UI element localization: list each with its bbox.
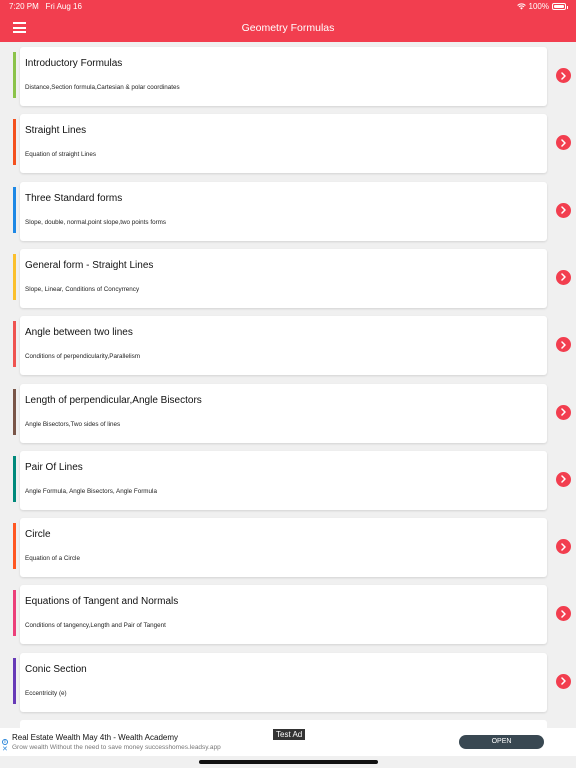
status-time: 7:20 PM Fri Aug 16 bbox=[9, 2, 82, 11]
list-item-card[interactable]: Circle Equation of a Circle bbox=[20, 518, 547, 578]
list-item-subtitle: Slope, double, normal,point slope,two po… bbox=[25, 218, 167, 226]
accent-bar bbox=[13, 119, 16, 166]
list-item-card[interactable]: General form - Straight Lines Slope, Line… bbox=[20, 248, 547, 308]
accent-bar bbox=[13, 455, 16, 502]
list-item-title: Angle between two lines bbox=[25, 327, 133, 339]
home-indicator[interactable] bbox=[199, 760, 378, 764]
list-item-title: Length of perpendicular,Angle Bisectors bbox=[25, 394, 202, 406]
ad-close-icon[interactable]: ✕ bbox=[2, 746, 8, 753]
chevron-right-icon[interactable] bbox=[556, 471, 571, 487]
chevron-right-icon[interactable] bbox=[556, 68, 571, 83]
list-item[interactable]: Angle between two lines Conditions of per… bbox=[13, 316, 571, 376]
list-item-subtitle: Equation of straight Lines bbox=[25, 151, 97, 159]
ad-open-button[interactable]: OPEN bbox=[459, 735, 544, 749]
status-right: 100% bbox=[516, 2, 568, 11]
list-item-card[interactable]: Introductory Formulas Distance,Section fo… bbox=[20, 47, 547, 106]
list-item-title: Equations of Tangent and Normals bbox=[25, 596, 179, 608]
list-item[interactable]: Length of perpendicular,Angle Bisectors A… bbox=[13, 383, 571, 443]
list-item-subtitle: Slope, Linear, Conditions of Concyrrency bbox=[25, 285, 140, 293]
ad-title[interactable]: Real Estate Wealth May 4th - Wealth Acad… bbox=[12, 733, 178, 742]
chevron-right-icon[interactable] bbox=[556, 539, 571, 555]
list-item-subtitle: Angle Formula, Angle Bisectors, Angle Fo… bbox=[25, 487, 157, 495]
accent-bar bbox=[13, 388, 16, 435]
chevron-right-icon[interactable] bbox=[556, 202, 571, 218]
list-item[interactable]: Introductory Formulas Distance,Section fo… bbox=[13, 47, 571, 106]
list-item-title: Three Standard forms bbox=[25, 192, 123, 204]
list-item[interactable]: General form - Straight Lines Slope, Line… bbox=[13, 248, 571, 308]
list-item-subtitle: Conditions of tangency,Length and Pair o… bbox=[25, 622, 166, 630]
list-item-card[interactable]: Angle between two lines Conditions of per… bbox=[20, 316, 547, 376]
test-ad-badge: Test Ad bbox=[273, 729, 306, 740]
list-item[interactable]: Equations of Tangent and Normals Conditio… bbox=[13, 585, 571, 645]
list-item-card[interactable]: Straight Lines Equation of straight Lines bbox=[20, 114, 547, 174]
accent-bar bbox=[13, 253, 16, 300]
chevron-right-icon[interactable] bbox=[556, 337, 571, 353]
accent-bar bbox=[13, 590, 16, 637]
status-bar: 7:20 PM Fri Aug 16 100% bbox=[0, 0, 576, 14]
battery-icon bbox=[552, 3, 568, 10]
chevron-right-icon[interactable] bbox=[556, 269, 571, 285]
list-item-title: Straight Lines bbox=[25, 125, 87, 137]
list-item-card[interactable]: Three Standard forms Slope, double, norma… bbox=[20, 181, 547, 241]
list-item-card[interactable]: Pair Of Lines Angle Formula, Angle Bisect… bbox=[20, 450, 547, 510]
chevron-right-icon[interactable] bbox=[556, 135, 571, 151]
chevron-right-icon[interactable] bbox=[556, 673, 571, 689]
accent-bar bbox=[13, 321, 16, 368]
ad-description: Grow wealth Without the need to save mon… bbox=[12, 744, 221, 751]
list-item-title: Pair Of Lines bbox=[25, 461, 83, 473]
wifi-icon bbox=[516, 3, 526, 10]
list-item-card[interactable]: Length of perpendicular,Angle Bisectors A… bbox=[20, 383, 547, 443]
list-item[interactable]: Conic Section Eccentricity (e) bbox=[13, 652, 571, 712]
battery-percent: 100% bbox=[528, 2, 549, 11]
chevron-right-icon[interactable] bbox=[556, 404, 571, 420]
page-title: Geometry Formulas bbox=[241, 22, 335, 34]
list-item-subtitle: Distance,Section formula,Cartesian & pol… bbox=[25, 84, 180, 91]
list-item-card[interactable]: Conic Section Eccentricity (e) bbox=[20, 652, 547, 712]
list-item-title: Conic Section bbox=[25, 663, 87, 675]
list-item[interactable]: Three Standard forms Slope, double, norma… bbox=[13, 181, 571, 241]
list-item[interactable]: Straight Lines Equation of straight Lines bbox=[13, 114, 571, 174]
list-item[interactable]: Pair Of Lines Angle Formula, Angle Bisect… bbox=[13, 450, 571, 510]
accent-bar bbox=[13, 657, 16, 704]
chevron-right-icon[interactable] bbox=[556, 606, 571, 622]
list-item-subtitle: Angle Bisectors,Two sides of lines bbox=[25, 420, 121, 428]
list-item-subtitle: Conditions of perpendicularity,Paralleli… bbox=[25, 353, 141, 361]
list-item-title: Introductory Formulas bbox=[25, 58, 123, 69]
list-item-title: General form - Straight Lines bbox=[25, 259, 154, 271]
list-item-card[interactable]: Equations of Tangent and Normals Conditio… bbox=[20, 585, 547, 645]
list-item-title: Circle bbox=[25, 529, 51, 541]
accent-bar bbox=[13, 52, 16, 98]
ad-info-icon[interactable]: i bbox=[2, 739, 8, 745]
list-item-subtitle: Equation of a Circle bbox=[25, 555, 80, 563]
accent-bar bbox=[13, 523, 16, 570]
list-item[interactable]: Circle Equation of a Circle bbox=[13, 518, 571, 578]
list-item-subtitle: Eccentricity (e) bbox=[25, 689, 67, 697]
nav-bar: Geometry Formulas bbox=[0, 14, 576, 42]
accent-bar bbox=[13, 186, 16, 233]
